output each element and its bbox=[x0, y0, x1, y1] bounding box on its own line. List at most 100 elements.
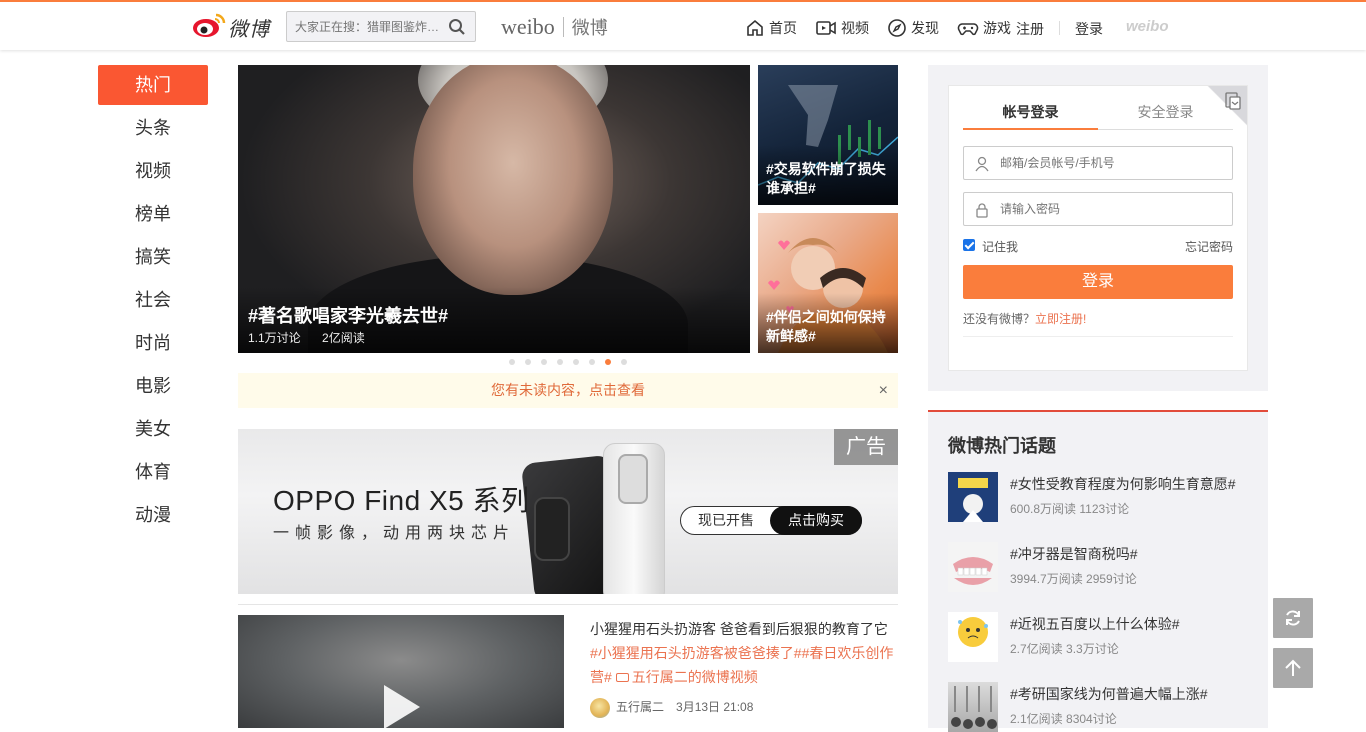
topic-item[interactable]: #考研国家线为何普遍大幅上涨# 2.1亿阅读 8304讨论 bbox=[948, 682, 1248, 732]
ad-headline: OPPO Find X5 系列 bbox=[273, 485, 530, 516]
side-card-1-title[interactable]: #交易软件崩了损失谁承担# bbox=[766, 160, 894, 198]
video-icon bbox=[816, 21, 836, 35]
login-panel: 帐号登录 安全登录 记住我 忘记密码 登录 还没有微博？立即注册! bbox=[948, 85, 1248, 371]
carousel-dot[interactable] bbox=[541, 359, 547, 365]
carousel-dot[interactable] bbox=[557, 359, 563, 365]
back-to-top-button[interactable] bbox=[1273, 648, 1313, 688]
side-card-2-title[interactable]: #伴侣之间如何保持新鲜感# bbox=[766, 308, 894, 346]
carousel-dot[interactable] bbox=[525, 359, 531, 365]
sidebar-item-2[interactable]: 视频 bbox=[98, 151, 208, 194]
register-link[interactable]: 注册 bbox=[1016, 19, 1044, 39]
remember-label[interactable]: 记住我 bbox=[982, 238, 1018, 255]
unread-notice[interactable]: 您有未读内容，点击查看 × bbox=[238, 373, 898, 408]
sidebar-item-4[interactable]: 搞笑 bbox=[98, 237, 208, 280]
sidebar-item-0[interactable]: 热门 bbox=[98, 65, 208, 105]
feed-title[interactable]: 小猩猩用石头扔游客 爸爸看到后狠狠的教育了它 bbox=[590, 617, 900, 641]
ad-buttons: 现已开售 点击购买 bbox=[680, 506, 862, 535]
search-icon[interactable] bbox=[448, 18, 466, 36]
topic-title[interactable]: #冲牙器是智商税吗# bbox=[1010, 544, 1138, 564]
tab-secure-login[interactable]: 安全登录 bbox=[1098, 98, 1233, 130]
search-input[interactable] bbox=[295, 18, 445, 36]
ad-phone-camera-light bbox=[618, 454, 648, 504]
username-input[interactable] bbox=[1000, 154, 1225, 172]
carousel-dot[interactable] bbox=[621, 359, 627, 365]
ad-badge: 广告 bbox=[834, 429, 898, 465]
weibo-watermark: weibo bbox=[1126, 18, 1169, 35]
play-icon[interactable] bbox=[384, 685, 420, 728]
topic-thumbnail[interactable] bbox=[948, 542, 998, 592]
ad-buy-button[interactable]: 点击购买 bbox=[770, 506, 862, 535]
topic-thumbnail[interactable] bbox=[948, 682, 998, 732]
topic-thumbnail[interactable] bbox=[948, 472, 998, 522]
video-link-icon bbox=[615, 673, 629, 682]
carousel-side-card-2[interactable]: #伴侣之间如何保持新鲜感# bbox=[758, 213, 898, 353]
carousel-side-card-1[interactable]: #交易软件崩了损失谁承担# bbox=[758, 65, 898, 205]
sidebar-item-7[interactable]: 电影 bbox=[98, 366, 208, 409]
header-divider bbox=[1059, 21, 1060, 35]
carousel-reads: 2亿阅读 bbox=[322, 331, 365, 345]
nav-video-label: 视频 bbox=[841, 20, 869, 36]
nav-discover[interactable]: 发现 bbox=[887, 18, 939, 38]
no-account-text: 还没有微博？ bbox=[963, 312, 1036, 326]
brand-en: weibo bbox=[501, 14, 555, 39]
brand-wordmark: weibo 微博 bbox=[501, 14, 608, 40]
carousel-main-title[interactable]: #著名歌唱家李光羲去世# bbox=[248, 302, 448, 328]
topic-title[interactable]: #近视五百度以上什么体验# bbox=[1010, 614, 1180, 634]
weibo-logo[interactable]: 微博 bbox=[192, 10, 274, 42]
login-link[interactable]: 登录 bbox=[1075, 19, 1103, 39]
nav-home[interactable]: 首页 bbox=[745, 18, 797, 38]
search-box[interactable] bbox=[286, 11, 476, 42]
carousel-pagination bbox=[509, 359, 637, 365]
feed-video-thumbnail[interactable] bbox=[238, 615, 564, 728]
unread-notice-text[interactable]: 您有未读内容，点击查看 bbox=[491, 382, 645, 398]
logo-text: 微博 bbox=[228, 19, 270, 41]
ad-banner[interactable]: OPPO Find X5 系列 一帧影像，动用两块芯片 现已开售 点击购买 广告 bbox=[238, 429, 898, 594]
main-nav: 首页 视频 发现 游戏 bbox=[745, 16, 1029, 40]
close-icon[interactable]: × bbox=[879, 373, 888, 408]
carousel-dot[interactable] bbox=[605, 359, 611, 365]
topic-1-image bbox=[958, 478, 988, 522]
carousel-main-slide[interactable]: #著名歌唱家李光羲去世# 1.1万讨论 2亿阅读 bbox=[238, 65, 750, 353]
topic-meta: 3994.7万阅读 2959讨论 bbox=[1010, 572, 1137, 586]
feed-author[interactable]: 五行属二 bbox=[616, 700, 664, 714]
username-field[interactable] bbox=[963, 146, 1233, 180]
carousel-dot[interactable] bbox=[589, 359, 595, 365]
nav-home-label: 首页 bbox=[769, 20, 797, 36]
sidebar-item-8[interactable]: 美女 bbox=[98, 409, 208, 452]
topic-meta: 2.1亿阅读 8304讨论 bbox=[1010, 712, 1117, 726]
refresh-button[interactable] bbox=[1273, 598, 1313, 638]
refresh-icon bbox=[1286, 610, 1300, 626]
sidebar-item-5[interactable]: 社会 bbox=[98, 280, 208, 323]
remember-checkbox[interactable] bbox=[963, 239, 975, 251]
nav-games[interactable]: 游戏 bbox=[957, 18, 1011, 38]
image-face bbox=[413, 65, 613, 295]
sidebar-item-3[interactable]: 榜单 bbox=[98, 194, 208, 237]
arrow-up-icon bbox=[1285, 659, 1301, 676]
nav-video[interactable]: 视频 bbox=[815, 18, 869, 38]
topic-title[interactable]: #女性受教育程度为何影响生育意愿# bbox=[1010, 474, 1236, 494]
feed-video-link[interactable]: 五行属二的微博视频 bbox=[632, 669, 758, 685]
topic-item[interactable]: #冲牙器是智商税吗# 3994.7万阅读 2959讨论 bbox=[948, 542, 1248, 592]
topic-thumbnail[interactable] bbox=[948, 612, 998, 662]
signup-link[interactable]: 立即注册! bbox=[1035, 312, 1086, 326]
password-field[interactable] bbox=[963, 192, 1233, 226]
forgot-password-link[interactable]: 忘记密码 bbox=[1185, 238, 1233, 255]
login-submit-button[interactable]: 登录 bbox=[963, 265, 1233, 299]
topic-item[interactable]: #女性受教育程度为何影响生育意愿# 600.8万阅读 1123讨论 bbox=[948, 472, 1248, 522]
topic-title[interactable]: #考研国家线为何普遍大幅上涨# bbox=[1010, 684, 1208, 704]
carousel-dot[interactable] bbox=[509, 359, 515, 365]
ad-on-sale-button[interactable]: 现已开售 bbox=[681, 507, 771, 534]
sidebar-item-1[interactable]: 头条 bbox=[98, 108, 208, 151]
topic-2-image bbox=[953, 557, 993, 585]
sidebar-item-9[interactable]: 体育 bbox=[98, 452, 208, 495]
feed-tags[interactable]: #小猩猩用石头扔游客被爸爸揍了##春日欢乐创作营# 五行属二的微博视频 bbox=[590, 641, 900, 689]
sidebar-item-10[interactable]: 动漫 bbox=[98, 495, 208, 538]
password-input[interactable] bbox=[1000, 200, 1225, 218]
sidebar-item-6[interactable]: 时尚 bbox=[98, 323, 208, 366]
carousel-dot[interactable] bbox=[573, 359, 579, 365]
channel-sidebar: 热门 头条 视频 榜单 搞笑 社会 时尚 电影 美女 体育 动漫 bbox=[98, 65, 208, 538]
topic-item[interactable]: #近视五百度以上什么体验# 2.7亿阅读 3.3万讨论 bbox=[948, 612, 1248, 662]
avatar[interactable] bbox=[590, 697, 610, 718]
feed-byline: 五行属二 3月13日 21:08 bbox=[590, 697, 900, 718]
tab-account-login[interactable]: 帐号登录 bbox=[963, 98, 1098, 130]
